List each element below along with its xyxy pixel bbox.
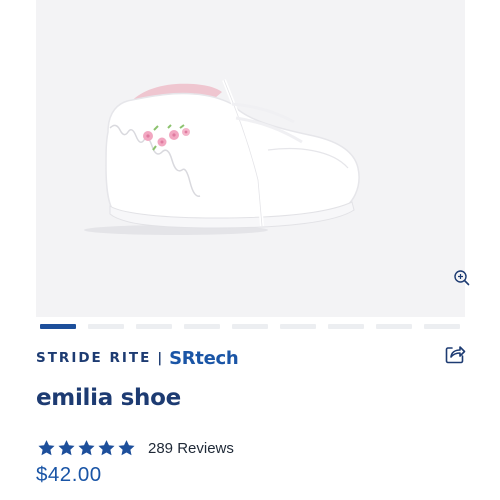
product-rating[interactable]: 289 Reviews xyxy=(37,438,234,458)
carousel-dot[interactable] xyxy=(328,324,364,329)
star-rating xyxy=(37,439,136,457)
carousel-dot[interactable] xyxy=(424,324,460,329)
star-icon xyxy=(98,440,115,456)
product-price: $42.00 xyxy=(36,463,102,486)
carousel-dot[interactable] xyxy=(280,324,316,329)
product-title: emilia shoe xyxy=(36,385,181,411)
carousel-dot[interactable] xyxy=(40,324,76,329)
star-icon xyxy=(58,440,75,456)
product-image[interactable] xyxy=(36,0,470,317)
carousel-indicators xyxy=(40,324,465,329)
carousel-dot[interactable] xyxy=(88,324,124,329)
brand-logo: STRIDE RITE | SRtech xyxy=(36,347,239,369)
reviews-link[interactable]: 289 Reviews xyxy=(148,440,234,457)
brand-name: STRIDE RITE xyxy=(36,350,152,366)
shoe-illustration xyxy=(84,79,360,235)
srtech-logo: SRtech xyxy=(169,347,239,369)
star-icon xyxy=(78,440,95,456)
star-icon xyxy=(118,440,135,456)
carousel-dot[interactable] xyxy=(376,324,412,329)
carousel-dot[interactable] xyxy=(232,324,268,329)
carousel-dot[interactable] xyxy=(136,324,172,329)
carousel-dot[interactable] xyxy=(184,324,220,329)
share-icon[interactable] xyxy=(443,342,467,366)
zoom-in-icon[interactable] xyxy=(452,268,472,288)
brand-separator: | xyxy=(157,350,163,366)
star-icon xyxy=(38,440,55,456)
